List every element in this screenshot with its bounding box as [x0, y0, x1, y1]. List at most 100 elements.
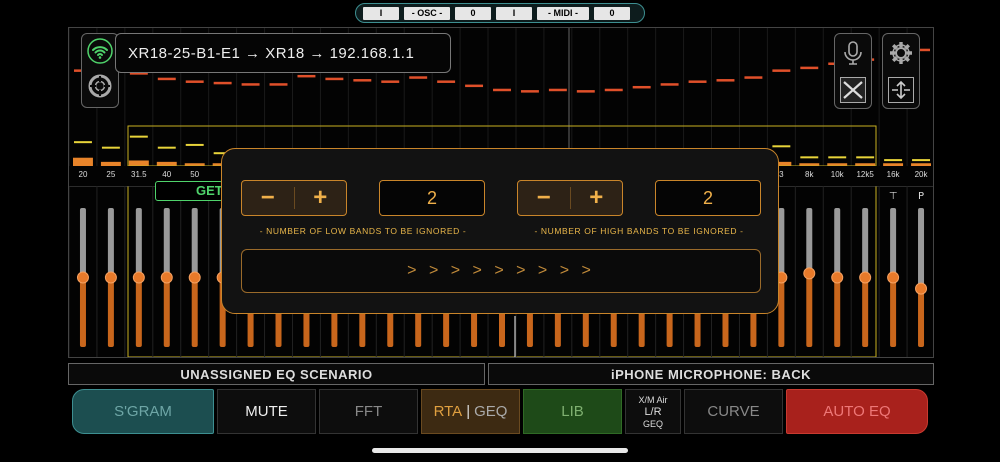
expand-vertical-icon[interactable]	[888, 76, 914, 103]
proceed-button[interactable]: > > > > > > > > >	[241, 249, 761, 293]
rta-geq-separator: |	[466, 403, 471, 420]
wifi-icon	[87, 37, 113, 69]
rta-peak-marker	[213, 81, 232, 85]
fader-knob	[132, 271, 145, 284]
mic-button[interactable]	[834, 33, 872, 109]
xm-air-label: X/M Air	[638, 394, 668, 405]
fader-track-lower	[806, 273, 813, 347]
high-bands-value[interactable]: 2	[655, 180, 761, 216]
xm-air-lr-geq-button[interactable]: X/M Air L/R GEQ	[625, 389, 681, 434]
rta-peak-marker	[297, 74, 316, 78]
rta-level-bar	[883, 163, 904, 166]
fader-knob	[859, 271, 872, 284]
curve-button[interactable]: CURVE	[684, 389, 783, 434]
rta-peak-marker	[576, 90, 595, 93]
low-bands-stepper: − +	[241, 180, 347, 216]
frequency-label: 50	[190, 170, 200, 179]
microphone-source-label[interactable]: iPHONE MICROPHONE: BACK	[488, 363, 934, 385]
fader-track-upper	[806, 208, 813, 274]
rta-peak-marker	[185, 80, 204, 83]
bowtie-icon[interactable]	[840, 76, 866, 103]
frequency-label: 8k	[805, 170, 814, 179]
xm-geq-label: GEQ	[642, 418, 663, 429]
connection-route[interactable]: XR18-25-B1-E1 → XR18 → 192.168.1.1	[115, 33, 451, 73]
fader-track-upper	[163, 208, 170, 278]
rta-peak-marker	[520, 90, 539, 93]
rta-peak-marker	[493, 88, 511, 92]
rta-peak-marker	[325, 77, 344, 81]
high-bands-caption: - NUMBER OF HIGH BANDS TO BE IGNORED -	[534, 226, 744, 236]
rta-peak-marker	[772, 69, 791, 72]
high-bands-stepper: − +	[517, 180, 623, 216]
fader-track-lower	[778, 277, 785, 347]
rta-level-bar	[128, 160, 149, 166]
rta-peak-marker	[660, 83, 679, 86]
rta-level-bar	[73, 157, 93, 166]
rta-average-marker	[129, 135, 148, 138]
ignore-bands-dialog: − + 2 - NUMBER OF LOW BANDS TO BE IGNORE…	[221, 148, 779, 314]
frequency-label: 31.5	[131, 170, 147, 179]
lib-button[interactable]: LIB	[523, 389, 622, 434]
eq-scenario-label: UNASSIGNED EQ SCENARIO	[68, 363, 485, 385]
high-bands-minus-button[interactable]: −	[518, 181, 570, 215]
fader-knob	[887, 271, 900, 284]
rta-level-bar	[156, 161, 177, 166]
fader-track-upper	[107, 208, 114, 278]
fader-track-lower	[834, 277, 841, 347]
fader-knob	[188, 271, 201, 284]
fader-track-upper	[862, 208, 869, 278]
fader-knob	[803, 267, 816, 280]
fader-knob	[915, 282, 928, 295]
rta-level-bar	[100, 161, 121, 166]
home-indicator[interactable]	[372, 448, 628, 453]
rta-geq-button[interactable]: RTA | GEQ	[421, 389, 520, 434]
rta-average-marker	[74, 141, 92, 144]
rta-peak-marker	[269, 83, 288, 86]
rta-label: RTA	[433, 403, 463, 420]
rta-average-marker	[157, 146, 176, 149]
sgram-button[interactable]: S'GRAM	[72, 389, 214, 434]
fader-track-upper	[79, 208, 86, 278]
low-bands-plus-button[interactable]: +	[295, 181, 347, 215]
fader-knob	[76, 271, 89, 284]
rta-peak-marker	[800, 66, 819, 70]
fader-track-upper	[191, 208, 198, 278]
rta-peak-marker	[688, 80, 707, 83]
lifebuoy-icon[interactable]	[87, 73, 113, 104]
frequency-label: 10k	[830, 170, 844, 179]
fader-track-lower	[107, 277, 114, 347]
rta-average-marker	[185, 143, 204, 146]
frequency-label: 20k	[914, 170, 928, 179]
fader-track-lower	[191, 277, 198, 347]
high-bands-plus-button[interactable]: +	[571, 181, 623, 215]
geq-label: GEQ	[474, 403, 508, 420]
fader-track-upper	[834, 208, 841, 278]
rta-peak-marker	[465, 84, 484, 88]
rta-average-marker	[828, 156, 847, 159]
auto-eq-button[interactable]: AUTO EQ	[786, 389, 928, 434]
fader-track-lower	[890, 277, 897, 347]
fader-track-lower	[918, 288, 925, 347]
network-button[interactable]	[81, 33, 119, 108]
mute-button[interactable]: MUTE	[217, 389, 316, 434]
low-bands-value[interactable]: 2	[379, 180, 485, 216]
rta-peak-marker	[157, 77, 176, 81]
get-button[interactable]: GET	[155, 181, 223, 201]
midi-in-indicator: I	[496, 6, 532, 20]
rta-peak-marker	[241, 83, 260, 86]
frequency-label: 25	[106, 170, 116, 179]
fader-knob	[104, 271, 117, 284]
rta-peak-marker	[353, 79, 372, 82]
fader-track-lower	[163, 277, 170, 347]
rta-peak-marker	[548, 88, 567, 92]
osc-label: - OSC -	[404, 6, 450, 20]
rta-peak-marker	[716, 79, 735, 82]
rta-average-marker	[101, 146, 120, 149]
fader-track-upper	[918, 208, 925, 289]
low-bands-caption: - NUMBER OF LOW BANDS TO BE IGNORED -	[259, 226, 467, 236]
settings-button[interactable]	[882, 33, 920, 109]
fft-button[interactable]: FFT	[319, 389, 418, 434]
rta-peak-marker	[604, 88, 623, 92]
rta-average-marker	[912, 159, 930, 162]
low-bands-minus-button[interactable]: −	[242, 181, 294, 215]
